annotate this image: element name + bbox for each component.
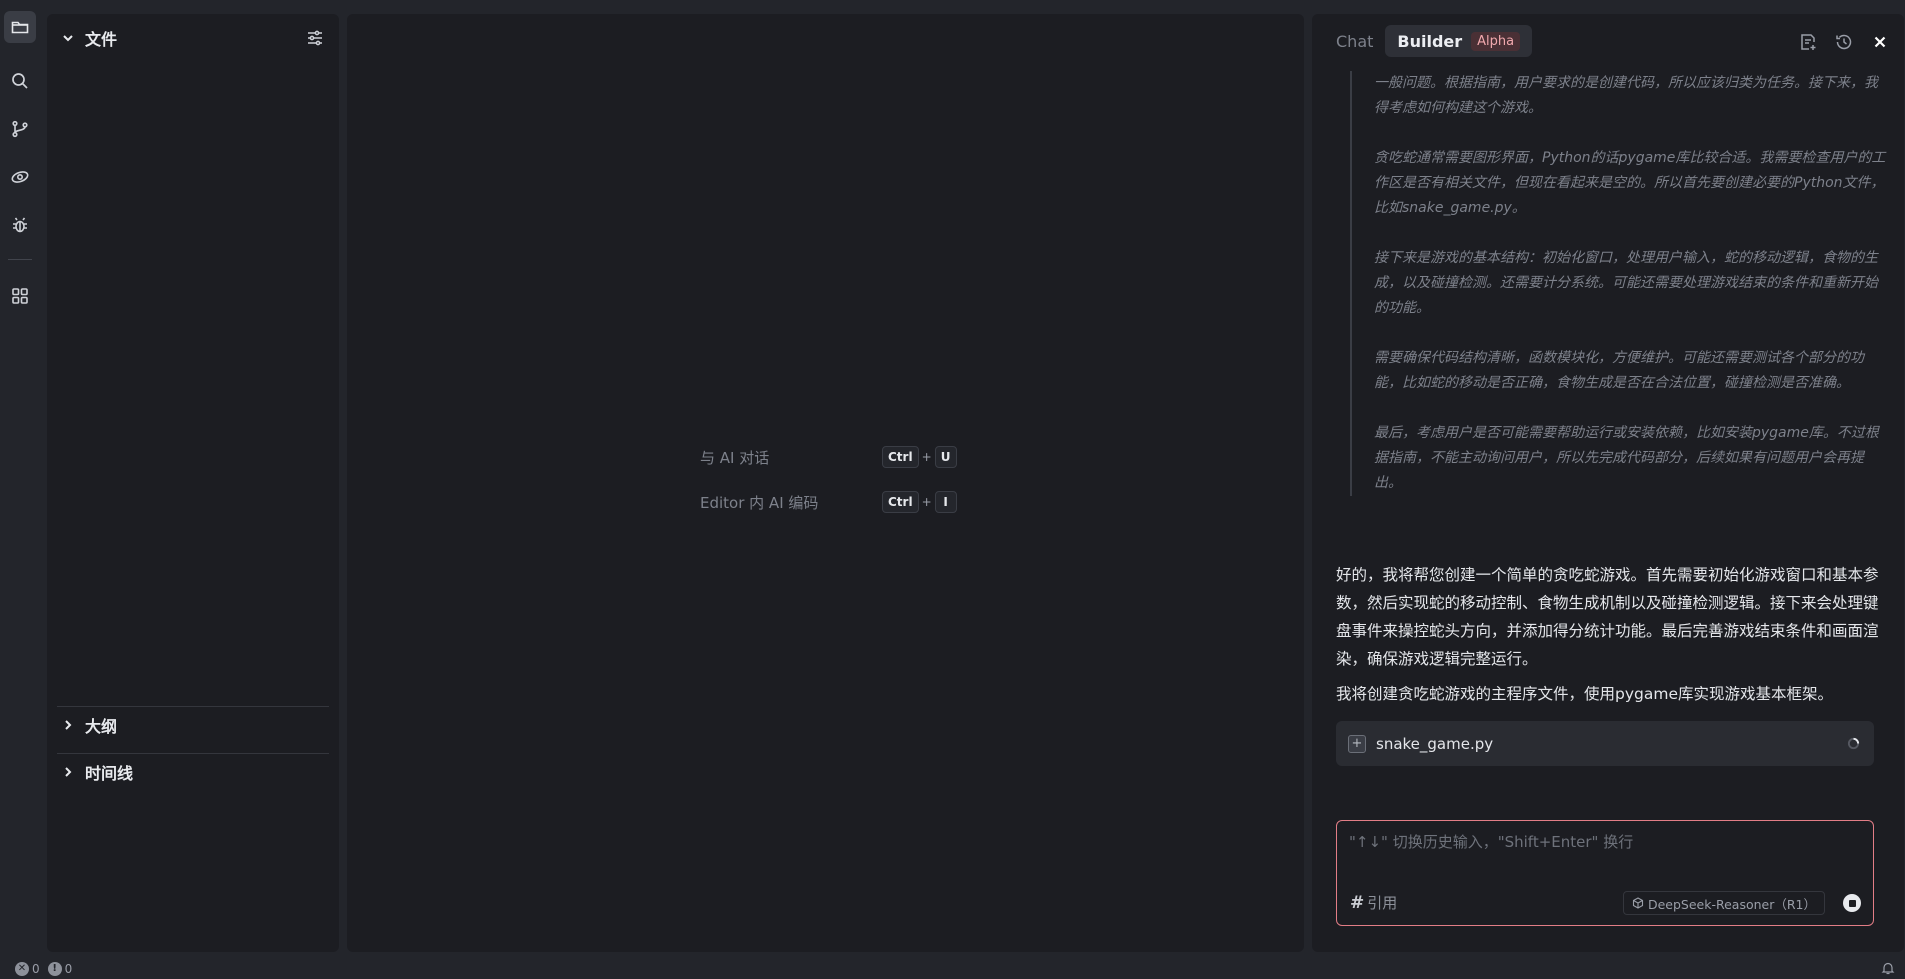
tab-chat[interactable]: Chat [1324,25,1385,57]
debug-icon[interactable] [4,209,36,241]
add-file-icon: + [1348,734,1366,753]
chevron-down-icon [63,35,73,42]
cite-button[interactable]: # 引用 [1350,892,1397,913]
hint-chat: 与 AI 对话 Ctrl + U [700,445,957,469]
chevron-right-icon [65,767,72,777]
hint-inline-ai: Editor 内 AI 编码 Ctrl + I [700,490,957,514]
warning-icon[interactable]: ! [47,961,62,976]
error-icon[interactable]: ✕ [15,961,29,976]
plus-sign: + [921,495,932,509]
kbd-u: U [934,446,957,468]
thinking-paragraph: 一般问题。根据指南，用户要求的是创建代码，所以应该归类为任务。接下来，我得考虑如… [1374,75,1878,116]
explorer-header[interactable]: 文件 [61,28,325,49]
tab-builder[interactable]: Builder Alpha [1385,25,1533,57]
editor-area[interactable]: 与 AI 对话 Ctrl + U Editor 内 AI 编码 Ctrl + I [347,14,1304,952]
thinking-paragraph: 接下来是游戏的基本结构：初始化窗口，处理用户输入，蛇的移动逻辑，食物的生成，以及… [1374,250,1878,316]
status-bar: ✕ 0 ! 0 [0,958,1905,979]
tab-builder-label: Builder [1397,31,1463,51]
warning-count: 0 [64,961,73,976]
hint-chat-label: 与 AI 对话 [700,448,770,467]
explorer-panel: 文件 大纲 时间线 [47,14,339,952]
panel-tabs: Chat Builder Alpha [1324,25,1533,57]
close-icon[interactable] [1870,32,1890,52]
hash-icon: # [1350,892,1365,913]
loading-spinner-icon [1847,737,1860,750]
panel-toolbar [1798,32,1890,52]
hint-inline-label: Editor 内 AI 编码 [700,493,819,512]
cite-label: 引用 [1367,894,1398,912]
stop-button[interactable] [1843,894,1861,912]
answer-paragraph: 好的，我将帮您创建一个简单的贪吃蛇游戏。首先需要初始化游戏窗口和基本参数，然后实… [1336,566,1879,668]
activity-bar [0,0,38,958]
cube-icon [1632,897,1644,909]
kbd-ctrl: Ctrl [882,491,919,513]
bell-icon[interactable] [1881,961,1895,975]
thinking-paragraph: 需要确保代码结构清晰，函数模块化，方便维护。可能还需要测试各个部分的功能，比如蛇… [1374,350,1864,391]
filter-settings-icon[interactable] [305,28,325,48]
new-chat-icon[interactable] [1798,32,1818,52]
assistant-answer: 好的，我将帮您创建一个简单的贪吃蛇游戏。首先需要初始化游戏窗口和基本参数，然后实… [1336,561,1886,708]
timeline-section[interactable]: 时间线 [61,761,133,783]
model-selector[interactable]: DeepSeek-Reasoner（R1） [1622,891,1825,915]
thinking-paragraph: 最后，考虑用户是否可能需要帮助运行或安装依赖，比如安装pygame库。不过根据指… [1374,425,1879,491]
error-count: 0 [32,961,40,976]
chat-input[interactable]: "↑↓" 切换历史输入，"Shift+Enter" 换行 # 引用 DeepSe… [1336,820,1874,926]
activity-separator [8,259,32,260]
model-name: DeepSeek-Reasoner（R1） [1647,896,1816,912]
answer-paragraph: 我将创建贪吃蛇游戏的主程序文件，使用pygame库实现游戏基本框架。 [1336,685,1833,703]
search-icon[interactable] [4,65,36,97]
kbd-ctrl: Ctrl [882,446,919,468]
thinking-block: 一般问题。根据指南，用户要求的是创建代码，所以应该归类为任务。接下来，我得考虑如… [1350,71,1890,496]
divider [57,706,329,707]
thinking-paragraph: 贪吃蛇通常需要图形界面，Python的话pygame库比较合适。我需要检查用户的… [1374,150,1886,216]
alpha-badge: Alpha [1471,31,1521,51]
outline-label: 大纲 [85,717,118,736]
chevron-right-icon [65,720,72,730]
input-placeholder: "↑↓" 切换历史输入，"Shift+Enter" 换行 [1349,833,1634,851]
outline-section[interactable]: 大纲 [61,714,117,736]
kbd-i: I [934,491,957,513]
plus-sign: + [921,450,932,464]
explorer-title: 文件 [85,30,118,49]
file-card[interactable]: + snake_game.py [1336,721,1874,766]
timeline-label: 时间线 [85,764,134,783]
extensions-icon[interactable] [4,280,36,312]
file-name: snake_game.py [1376,734,1494,753]
ai-panel: Chat Builder Alpha 一般问题。根据指南，用户要求的是创建代码，… [1312,14,1904,952]
source-control-icon[interactable] [4,113,36,145]
stop-icon [1848,899,1856,907]
ai-agent-icon[interactable] [4,161,36,193]
files-icon[interactable] [4,11,36,43]
history-icon[interactable] [1834,32,1854,52]
divider [57,753,329,754]
